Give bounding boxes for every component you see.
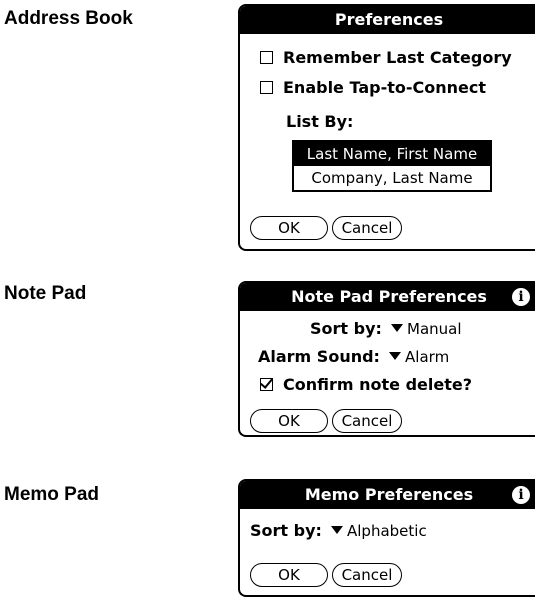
note-pad-label: Note Pad xyxy=(4,283,87,304)
sort-by-label: Sort by: xyxy=(310,319,382,338)
ok-button[interactable]: OK xyxy=(250,216,328,240)
sort-by-value: Manual xyxy=(407,320,462,338)
enable-tap-to-connect-option[interactable]: Enable Tap-to-Connect xyxy=(260,78,486,97)
alarm-sound-trigger[interactable]: Alarm xyxy=(385,347,449,366)
address-book-label: Address Book xyxy=(4,8,133,29)
confirm-delete-label: Confirm note delete? xyxy=(283,375,472,394)
sort-by-row: Sort by: Manual xyxy=(310,319,462,338)
list-by-listbox[interactable]: Last Name, First Name Company, Last Name xyxy=(292,140,492,192)
dropdown-arrow-icon xyxy=(331,526,343,534)
cancel-button[interactable]: Cancel xyxy=(332,563,402,587)
list-item-company-last[interactable]: Company, Last Name xyxy=(294,166,490,190)
note-pad-preferences-dialog: Note Pad Preferences i Sort by: Manual A… xyxy=(238,281,535,437)
remember-last-category-label: Remember Last Category xyxy=(283,48,512,67)
info-icon[interactable]: i xyxy=(512,486,530,504)
cancel-button[interactable]: Cancel xyxy=(332,409,402,433)
alarm-sound-label: Alarm Sound: xyxy=(258,347,380,366)
confirm-delete-checkbox[interactable] xyxy=(260,378,273,391)
enable-tap-to-connect-label: Enable Tap-to-Connect xyxy=(283,78,486,97)
memo-pad-preferences-dialog: Memo Preferences i Sort by: Alphabetic O… xyxy=(238,479,535,597)
ok-button[interactable]: OK xyxy=(250,409,328,433)
list-item-last-first[interactable]: Last Name, First Name xyxy=(294,142,490,166)
sort-by-trigger[interactable]: Manual xyxy=(387,319,462,338)
dialog-title: Preferences xyxy=(240,6,535,34)
list-by-label: List By: xyxy=(286,112,354,131)
enable-tap-to-connect-checkbox[interactable] xyxy=(260,81,273,94)
cancel-button[interactable]: Cancel xyxy=(332,216,402,240)
confirm-delete-option[interactable]: Confirm note delete? xyxy=(260,375,472,394)
sort-by-row: Sort by: Alphabetic xyxy=(250,521,427,540)
memo-pad-label: Memo Pad xyxy=(4,484,100,505)
info-icon[interactable]: i xyxy=(512,288,530,306)
alarm-sound-value: Alarm xyxy=(405,348,450,366)
dialog-title: Note Pad Preferences i xyxy=(240,283,535,311)
remember-last-category-option[interactable]: Remember Last Category xyxy=(260,48,512,67)
dropdown-arrow-icon xyxy=(389,352,402,360)
sort-by-value: Alphabetic xyxy=(347,522,427,540)
sort-by-trigger[interactable]: Alphabetic xyxy=(327,521,427,540)
dialog-title: Memo Preferences i xyxy=(240,481,535,509)
sort-by-label: Sort by: xyxy=(250,521,322,540)
remember-last-category-checkbox[interactable] xyxy=(260,51,273,64)
alarm-sound-row: Alarm Sound: Alarm xyxy=(258,347,449,366)
dropdown-arrow-icon xyxy=(391,324,403,332)
address-book-preferences-dialog: Preferences Remember Last Category Enabl… xyxy=(238,4,535,251)
ok-button[interactable]: OK xyxy=(250,563,328,587)
